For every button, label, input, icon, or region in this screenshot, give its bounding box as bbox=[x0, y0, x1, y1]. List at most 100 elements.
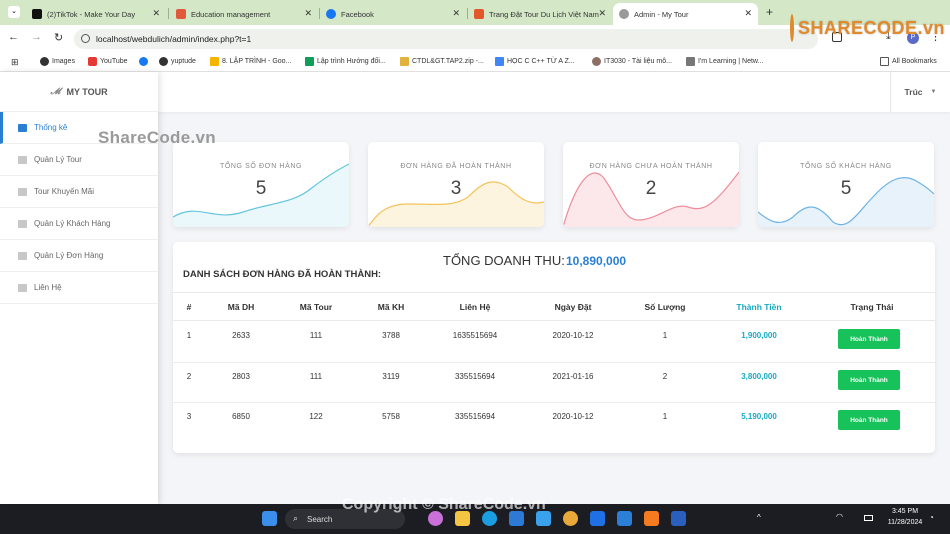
table-cell: 2633 bbox=[232, 331, 250, 340]
tab-tiktok[interactable]: (2)TikTok - Make Your Day ✕ bbox=[26, 3, 166, 25]
row-divider bbox=[173, 402, 935, 403]
table-cell: 2020-10-12 bbox=[552, 412, 594, 421]
bookmark-yuptude[interactable]: yuptude bbox=[159, 57, 196, 66]
brand-logo[interactable]: 𝓜 MY TOUR bbox=[0, 72, 158, 112]
apps-grid-icon[interactable]: ⊞ bbox=[11, 57, 19, 68]
users-icon bbox=[18, 219, 27, 228]
table-cell: 5758 bbox=[382, 412, 400, 421]
bookmark-facebook[interactable] bbox=[139, 57, 151, 66]
bookmark-oop[interactable]: Lập trình Hướng đối... bbox=[305, 57, 386, 66]
table-cell: 1 bbox=[662, 331, 668, 340]
clock-date: 11/28/2024 bbox=[887, 519, 923, 526]
close-icon[interactable]: ✕ bbox=[744, 8, 752, 19]
table-cell: 5,190,000 bbox=[741, 412, 777, 421]
close-icon[interactable]: ✕ bbox=[452, 8, 460, 19]
bookmark-youtube[interactable]: YouTube bbox=[88, 57, 128, 66]
sidebar-item-contact[interactable]: Liên Hệ bbox=[0, 272, 158, 304]
table-cell: 2803 bbox=[232, 372, 250, 381]
sidebar-item-customers[interactable]: Quản Lý Khách Hàng bbox=[0, 208, 158, 240]
tab-title: Admin - My Tour bbox=[634, 9, 689, 19]
table-cell: 1,900,000 bbox=[741, 331, 777, 340]
column-header: Mã DH bbox=[227, 302, 255, 312]
bookmark-it3030[interactable]: IT3030 - Tài liệu mô... bbox=[592, 57, 672, 66]
wifi-icon[interactable]: ◠ bbox=[836, 512, 843, 521]
bookmark-all[interactable]: All Bookmarks bbox=[880, 57, 937, 66]
globe-icon bbox=[619, 9, 629, 19]
sharecode-logo-icon bbox=[790, 14, 794, 42]
tab-title: (2)TikTok - Make Your Day bbox=[47, 9, 136, 19]
column-header: Thành Tiền bbox=[736, 302, 782, 312]
facebook-icon bbox=[326, 9, 336, 19]
column-header: Ngày Đặt bbox=[554, 302, 592, 312]
column-header: Trạng Thái bbox=[850, 302, 894, 312]
folder-icon bbox=[880, 57, 889, 66]
stat-card-completed-orders: ĐƠN HÀNG ĐÃ HOÀN THÀNH 3 bbox=[368, 142, 544, 227]
stat-value: 5 bbox=[255, 178, 267, 199]
clock-time: 3:45 PM bbox=[891, 508, 919, 515]
table-cell: 3,800,000 bbox=[741, 372, 777, 381]
tab-title: Education management bbox=[191, 9, 271, 19]
user-menu-button[interactable]: Trúc ▼ bbox=[890, 72, 950, 112]
taskbar-clock[interactable]: 3:45 PM 11/28/2024 bbox=[880, 506, 930, 528]
windows-start-icon[interactable] bbox=[262, 511, 277, 526]
bookmark-images[interactable]: Images bbox=[40, 57, 75, 66]
chrome-icon[interactable] bbox=[563, 511, 578, 526]
bookmark-lap-trinh[interactable]: 8. LẬP TRÌNH - Goo... bbox=[210, 57, 291, 66]
close-icon[interactable]: ✕ bbox=[152, 8, 160, 19]
close-icon[interactable]: ✕ bbox=[598, 8, 606, 19]
orders-list-title: DANH SÁCH ĐƠN HÀNG ĐÃ HOÀN THÀNH: bbox=[183, 269, 382, 280]
bookmark-netacad[interactable]: I'm Learning | Netw... bbox=[686, 57, 763, 66]
site-info-icon[interactable] bbox=[81, 34, 90, 43]
xampp-icon[interactable] bbox=[644, 511, 659, 526]
sidebar-item-tours[interactable]: Quản Lý Tour bbox=[0, 144, 158, 176]
column-header: # bbox=[186, 302, 192, 312]
table-cell: 3 bbox=[186, 412, 192, 421]
back-arrow-icon[interactable]: ← bbox=[8, 31, 19, 43]
new-tab-button[interactable]: + bbox=[766, 5, 773, 19]
close-icon[interactable]: ✕ bbox=[304, 8, 312, 19]
stat-value: 2 bbox=[645, 178, 657, 199]
tab-facebook[interactable]: Facebook ✕ bbox=[320, 3, 466, 25]
forward-arrow-icon[interactable]: → bbox=[31, 31, 42, 43]
reload-icon[interactable]: ↻ bbox=[54, 31, 63, 44]
drive-icon bbox=[495, 57, 504, 66]
stat-label: ĐƠN HÀNG ĐÃ HOÀN THÀNH bbox=[400, 163, 512, 170]
top-navbar: Trúc ▼ bbox=[158, 72, 950, 112]
table-cell: 2 bbox=[662, 372, 668, 381]
battery-icon[interactable] bbox=[864, 515, 873, 521]
tab-list-button[interactable]: ⌄ bbox=[8, 6, 20, 18]
url-text: localhost/webdulich/admin/index.php?t=1 bbox=[96, 34, 252, 44]
address-bar[interactable]: localhost/webdulich/admin/index.php?t=1 bbox=[74, 29, 818, 49]
revenue-value: 10,890,000 bbox=[566, 254, 627, 268]
netacad-icon bbox=[686, 57, 695, 66]
table-header-divider bbox=[173, 292, 935, 293]
column-header: Liên Hệ bbox=[459, 302, 491, 312]
search-icon: ⌕ bbox=[293, 513, 299, 523]
word-icon[interactable] bbox=[671, 511, 686, 526]
vscode-icon[interactable] bbox=[617, 511, 632, 526]
chevron-up-icon[interactable]: ^ bbox=[757, 513, 761, 522]
status-badge[interactable]: Hoàn Thành bbox=[838, 329, 900, 349]
tour-icon bbox=[18, 155, 27, 164]
tiktok-icon bbox=[32, 9, 42, 19]
column-header: Mã Tour bbox=[299, 302, 333, 312]
orders-panel: TỔNG DOANH THU: 10,890,000 DANH SÁCH ĐƠN… bbox=[173, 242, 935, 453]
avatar bbox=[592, 57, 601, 66]
logo-text: SHARECODE.vn bbox=[798, 17, 946, 38]
column-header: Mã KH bbox=[377, 302, 405, 312]
bookmark-hoc-c[interactable]: HỌC C C++ TỪ A Z... bbox=[495, 57, 575, 66]
tab-admin-my-tour[interactable]: Admin - My Tour ✕ bbox=[613, 3, 758, 25]
tab-education[interactable]: Education management ✕ bbox=[170, 3, 318, 25]
tab-title: Facebook bbox=[341, 9, 374, 19]
status-badge[interactable]: Hoàn Thành bbox=[838, 410, 900, 430]
education-icon bbox=[176, 9, 186, 19]
bookmark-ctdl[interactable]: CTDL&GT.TAP2.zip -... bbox=[400, 57, 484, 66]
sidebar-item-promotions[interactable]: Tour Khuyến Mãi bbox=[0, 176, 158, 208]
table-cell: 111 bbox=[309, 372, 323, 381]
tab-tour-booking[interactable]: Trang Đặt Tour Du Lịch Việt Nam ✕ bbox=[468, 3, 612, 25]
globe-icon bbox=[40, 57, 49, 66]
stat-label: ĐƠN HÀNG CHƯA HOÀN THÀNH bbox=[589, 163, 713, 170]
status-badge[interactable]: Hoàn Thành bbox=[838, 370, 900, 390]
sidebar-item-orders[interactable]: Quản Lý Đơn Hàng bbox=[0, 240, 158, 272]
zalo-icon[interactable] bbox=[590, 511, 605, 526]
